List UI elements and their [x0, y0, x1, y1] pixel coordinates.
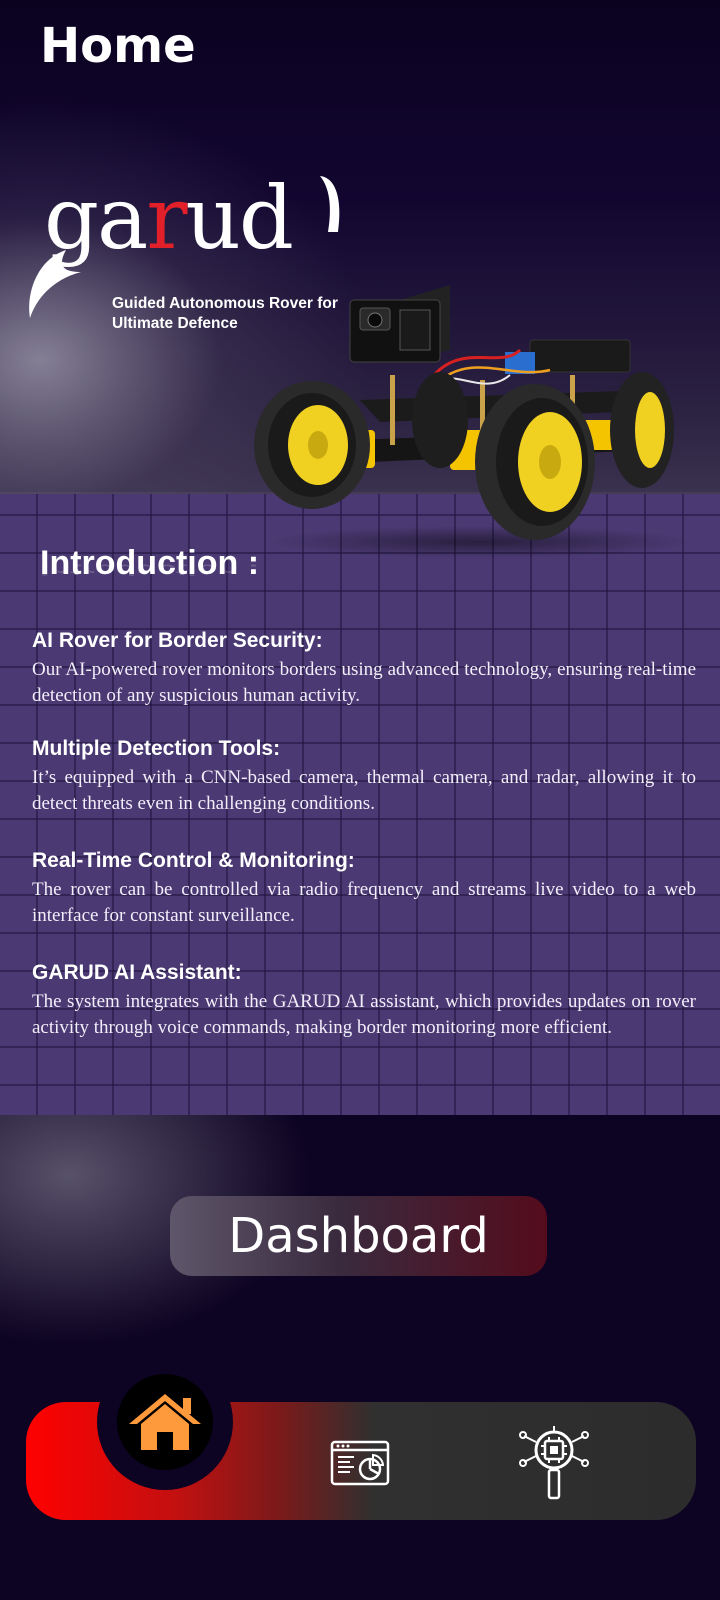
logo-word-accent: r	[146, 169, 187, 269]
nav-home-inner	[117, 1374, 213, 1470]
footer-background	[0, 1115, 720, 1600]
info-item-title: Real-Time Control & Monitoring:	[32, 849, 355, 872]
info-item-title: Multiple Detection Tools:	[32, 737, 281, 760]
nav-home-button[interactable]	[97, 1354, 233, 1490]
logo-wordmark: garud	[44, 176, 294, 262]
info-item-text: Our AI-powered rover monitors borders us…	[32, 659, 696, 706]
info-item-text: It’s equipped with a CNN-based camera, t…	[32, 767, 696, 814]
logo-d-ascender	[320, 176, 340, 232]
home-icon	[129, 1394, 201, 1450]
info-item-text: The system integrates with the GARUD AI …	[32, 991, 696, 1038]
info-item-title: AI Rover for Border Security:	[32, 629, 323, 652]
intro-heading: Introduction :	[40, 544, 260, 582]
rover-image	[254, 285, 690, 558]
logo-word-part: ga	[44, 169, 148, 269]
info-item-detection-tools: Multiple Detection Tools: It’s equipped …	[32, 736, 696, 816]
logo-word-part: ud	[185, 169, 293, 269]
info-item-text: The rover can be controlled via radio fr…	[32, 879, 696, 926]
info-item-ai-assistant: GARUD AI Assistant: The system integrate…	[32, 960, 696, 1040]
dashboard-button[interactable]: Dashboard	[170, 1196, 547, 1276]
ai-chip-search-icon[interactable]	[518, 1424, 590, 1500]
info-item-title: GARUD AI Assistant:	[32, 961, 242, 984]
page-title: Home	[40, 18, 196, 74]
info-item-control-monitoring: Real-Time Control & Monitoring: The rove…	[32, 848, 696, 928]
info-item-border-security: AI Rover for Border Security: Our AI-pow…	[32, 628, 696, 708]
dashboard-chart-icon[interactable]	[330, 1440, 390, 1486]
